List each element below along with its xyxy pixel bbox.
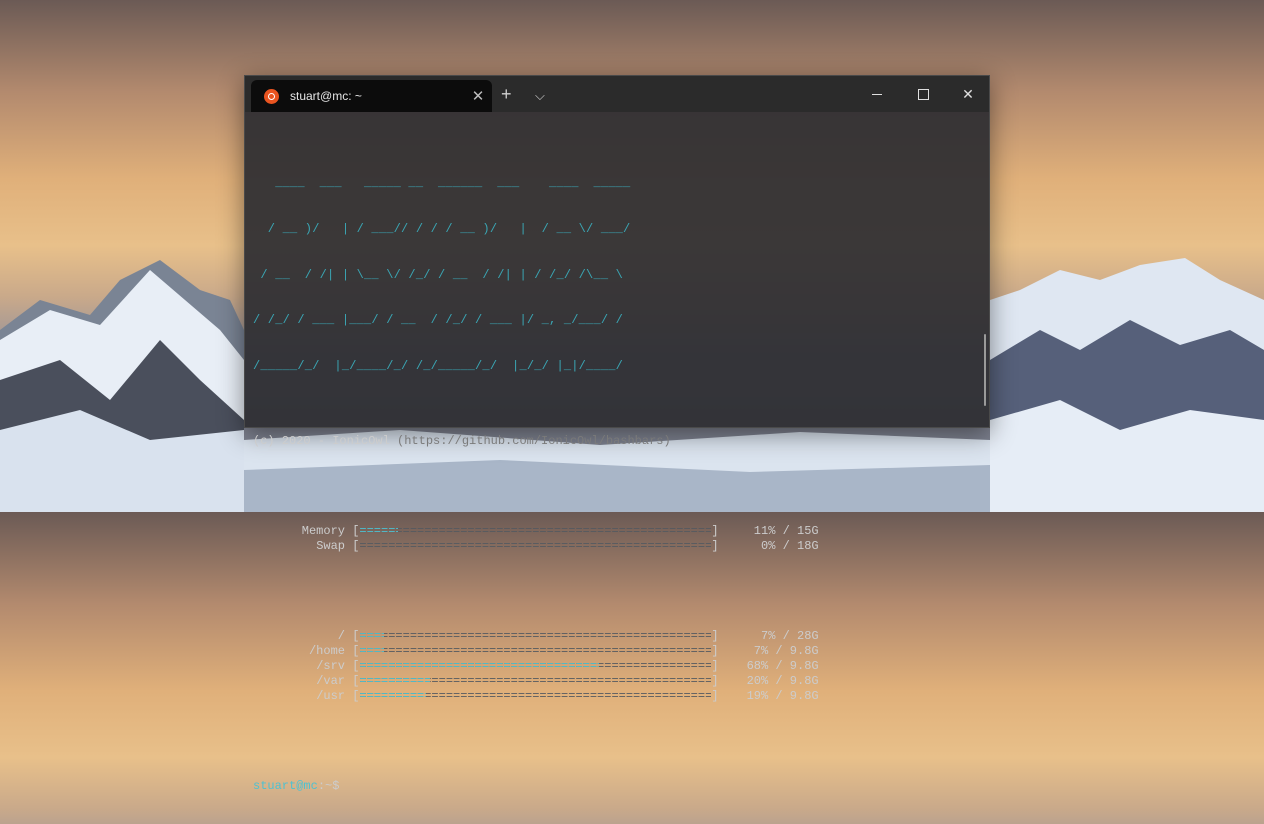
tab-title: stuart@mc: ~ (290, 89, 362, 103)
bar-row: / [=====================================… (253, 629, 977, 644)
ascii-line: / __ )/ | / ___// / / / __ )/ | / __ \/ … (253, 222, 631, 237)
memory-bars: Memory [================================… (253, 524, 977, 554)
usage-bar: ========================================… (359, 629, 712, 644)
tab-terminal[interactable]: stuart@mc: ~ ✕ (251, 80, 492, 112)
usage-stat: 19% / 9.8G (746, 689, 819, 704)
usage-stat: 7% / 9.8G (753, 644, 819, 659)
close-tab-icon[interactable]: ✕ (464, 87, 492, 105)
terminal-window[interactable]: stuart@mc: ~ ✕ + ⌵ ✕ ____ ___ _____ __ _… (244, 75, 990, 793)
usage-bar-fill: ========================================… (359, 659, 598, 674)
repo-url: (https://github.com/IonicOwl/bashbars) (397, 434, 671, 449)
usage-stat: 7% / 28G (761, 629, 819, 644)
prompt-symbol: $ (332, 779, 340, 794)
bar-row: /srv [==================================… (253, 659, 977, 674)
usage-bar-fill: ========================================… (359, 629, 384, 644)
bar-row: /home [=================================… (253, 644, 977, 659)
minimize-button[interactable] (854, 76, 900, 112)
ascii-line: /_____/_/ |_/____/_/ /_/_____/_/ |_/_/ |… (253, 358, 638, 373)
usage-bar: ========================================… (359, 674, 712, 689)
usage-bar-fill: ========================================… (359, 674, 430, 689)
usage-stat: 20% / 9.8G (746, 674, 819, 689)
bar-row: Swap [==================================… (253, 539, 977, 554)
title-bar[interactable]: stuart@mc: ~ ✕ + ⌵ ✕ (245, 76, 989, 112)
bar-label: /usr (316, 689, 345, 704)
prompt-path: :~ (317, 779, 333, 794)
bar-row: Memory [================================… (253, 524, 977, 539)
usage-stat: 11% / 15G (753, 524, 819, 539)
bar-label: / (337, 629, 345, 644)
usage-bar: ========================================… (359, 689, 712, 704)
bar-row: /var [==================================… (253, 674, 977, 689)
minimize-icon (872, 93, 882, 95)
bar-label: /home (308, 644, 345, 659)
prompt-user-host: stuart@mc (253, 779, 318, 794)
maximize-button[interactable] (900, 76, 946, 112)
ascii-line: / __ / /| | \__ \/ /_/ / __ / /| | / /_/… (253, 267, 631, 282)
usage-stat: 0% / 18G (761, 539, 819, 554)
chevron-down-icon[interactable]: ⌵ (535, 86, 545, 106)
close-button[interactable]: ✕ (945, 76, 991, 112)
usage-bar: ========================================… (359, 539, 712, 554)
ascii-line: / /_/ / ___ |___/ / __ / /_/ / ___ |/ _,… (253, 313, 631, 328)
usage-bar: ========================================… (359, 644, 712, 659)
usage-stat: 68% / 9.8G (746, 659, 819, 674)
usage-bar-fill: ========================================… (359, 689, 426, 704)
maximize-icon (917, 88, 929, 100)
new-tab-button[interactable]: + (501, 84, 512, 104)
usage-bar-fill: ========================================… (359, 524, 398, 539)
ubuntu-icon (264, 88, 279, 104)
bar-label: /var (316, 674, 345, 689)
shell-prompt[interactable]: stuart@mc:~$ (253, 779, 977, 794)
bar-label: /srv (316, 659, 345, 674)
scrollbar[interactable] (984, 334, 986, 406)
usage-bar-fill: ========================================… (359, 644, 384, 659)
bar-row: /usr [==================================… (253, 689, 977, 704)
ascii-banner: ____ ___ _____ __ ______ ___ ____ _____ … (253, 146, 977, 404)
bar-label: Swap (316, 539, 345, 554)
ascii-line: ____ ___ _____ __ ______ ___ ____ _____ (253, 176, 631, 191)
bar-label: Memory (301, 524, 345, 539)
usage-bar: ========================================… (359, 524, 712, 539)
terminal-output[interactable]: ____ ___ _____ __ ______ ___ ____ _____ … (253, 116, 977, 793)
disk-bars: / [=====================================… (253, 629, 977, 704)
copyright-line: (c) 2020 - IonicOwl (https://github.com/… (253, 434, 977, 449)
copyright-text: (c) 2020 - IonicOwl (253, 434, 390, 449)
usage-bar: ========================================… (359, 659, 712, 674)
